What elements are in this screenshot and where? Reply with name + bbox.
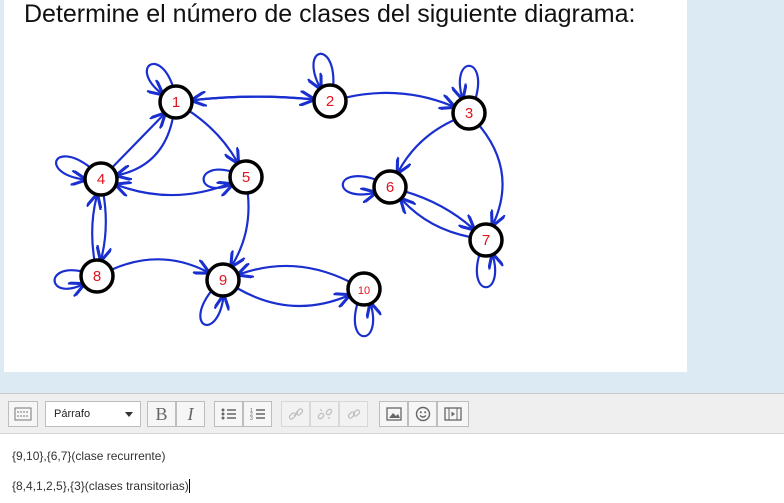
markov-chain-diagram: 1 2 3 4 5 6 7 8 9 10	[53, 52, 687, 338]
node-label: 10	[358, 285, 370, 297]
text-editor[interactable]: Párrafo B I 123 {9,10},{6,7}(clase recur…	[0, 393, 784, 503]
edge-8-9	[110, 258, 207, 271]
anchor-button[interactable]	[339, 401, 368, 427]
node-label: 3	[465, 105, 473, 122]
node-label: 5	[242, 169, 250, 186]
edge-2-3	[344, 91, 453, 106]
node-1: 1	[158, 84, 194, 120]
question-image: Determine el número de clases del siguie…	[4, 0, 687, 372]
node-label: 9	[219, 272, 227, 289]
node-label: 1	[172, 94, 180, 111]
editor-content[interactable]: {9,10},{6,7}(clase recurrente) {8,4,1,2,…	[0, 435, 784, 503]
emoji-button[interactable]	[408, 401, 437, 427]
bold-icon: B	[155, 403, 168, 424]
edge-5-4	[118, 183, 233, 195]
editor-toolbar: Párrafo B I 123	[0, 394, 784, 434]
svg-text:3: 3	[250, 416, 253, 421]
edge-9-10	[235, 286, 348, 306]
node-5: 5	[228, 159, 264, 195]
node-6: 6	[372, 169, 408, 205]
chevron-down-icon	[125, 412, 133, 417]
edge-2-1	[194, 97, 316, 100]
edge-6-6	[341, 175, 375, 194]
media-button[interactable]	[437, 401, 469, 427]
link-button[interactable]	[281, 401, 310, 427]
italic-icon: I	[187, 403, 194, 424]
edge-7-7	[475, 256, 495, 289]
edge-10-9	[240, 266, 351, 283]
toolbar-toggle-icon[interactable]	[8, 401, 38, 427]
answer-line-1: {9,10},{6,7}(clase recurrente)	[12, 449, 166, 463]
node-label: 8	[93, 268, 101, 285]
node-label: 2	[326, 93, 334, 110]
bullet-list-icon	[221, 408, 236, 420]
edge-4-1	[111, 115, 163, 169]
edge-10-10	[353, 305, 373, 338]
edge-3-3	[460, 64, 480, 97]
unlink-button[interactable]	[310, 401, 339, 427]
edge-5-9	[232, 191, 250, 265]
node-3: 3	[451, 95, 487, 131]
bold-button[interactable]: B	[147, 401, 176, 427]
image-icon	[385, 407, 402, 421]
answer-line-2-text: {8,4,1,2,5},{3}(clases transitorias)	[12, 479, 189, 493]
node-8: 8	[79, 258, 115, 294]
unlink-icon	[317, 408, 332, 420]
edge-6-7	[404, 190, 472, 229]
numbered-list-button[interactable]: 123	[243, 401, 272, 427]
edge-4-8	[101, 193, 105, 259]
edge-8-8	[53, 269, 82, 289]
edge-1-5	[188, 109, 237, 161]
edge-3-7	[478, 124, 502, 223]
node-2: 2	[312, 83, 348, 119]
node-label: 4	[97, 171, 105, 188]
node-10: 10	[346, 271, 382, 307]
link-icon	[288, 408, 303, 420]
edge-3-6	[399, 118, 456, 171]
text-cursor	[188, 479, 190, 493]
edge-8-4	[92, 196, 96, 262]
answer-line-2: {8,4,1,2,5},{3}(clases transitorias)	[12, 479, 190, 493]
emoji-icon	[415, 406, 430, 422]
numbered-list-icon: 123	[250, 408, 265, 421]
paragraph-format-select[interactable]: Párrafo	[45, 401, 141, 427]
node-label: 6	[386, 179, 394, 196]
edge-1-4	[119, 116, 174, 175]
node-7: 7	[468, 222, 504, 258]
paragraph-format-label: Párrafo	[54, 408, 91, 420]
image-button[interactable]	[379, 401, 408, 427]
node-4: 4	[83, 161, 119, 197]
node-label: 7	[482, 232, 490, 249]
anchor-icon	[347, 409, 360, 419]
edge-2-2	[313, 52, 335, 87]
node-9: 9	[205, 262, 241, 298]
media-icon	[444, 407, 462, 421]
italic-button[interactable]: I	[176, 401, 205, 427]
bullet-list-button[interactable]	[214, 401, 243, 427]
